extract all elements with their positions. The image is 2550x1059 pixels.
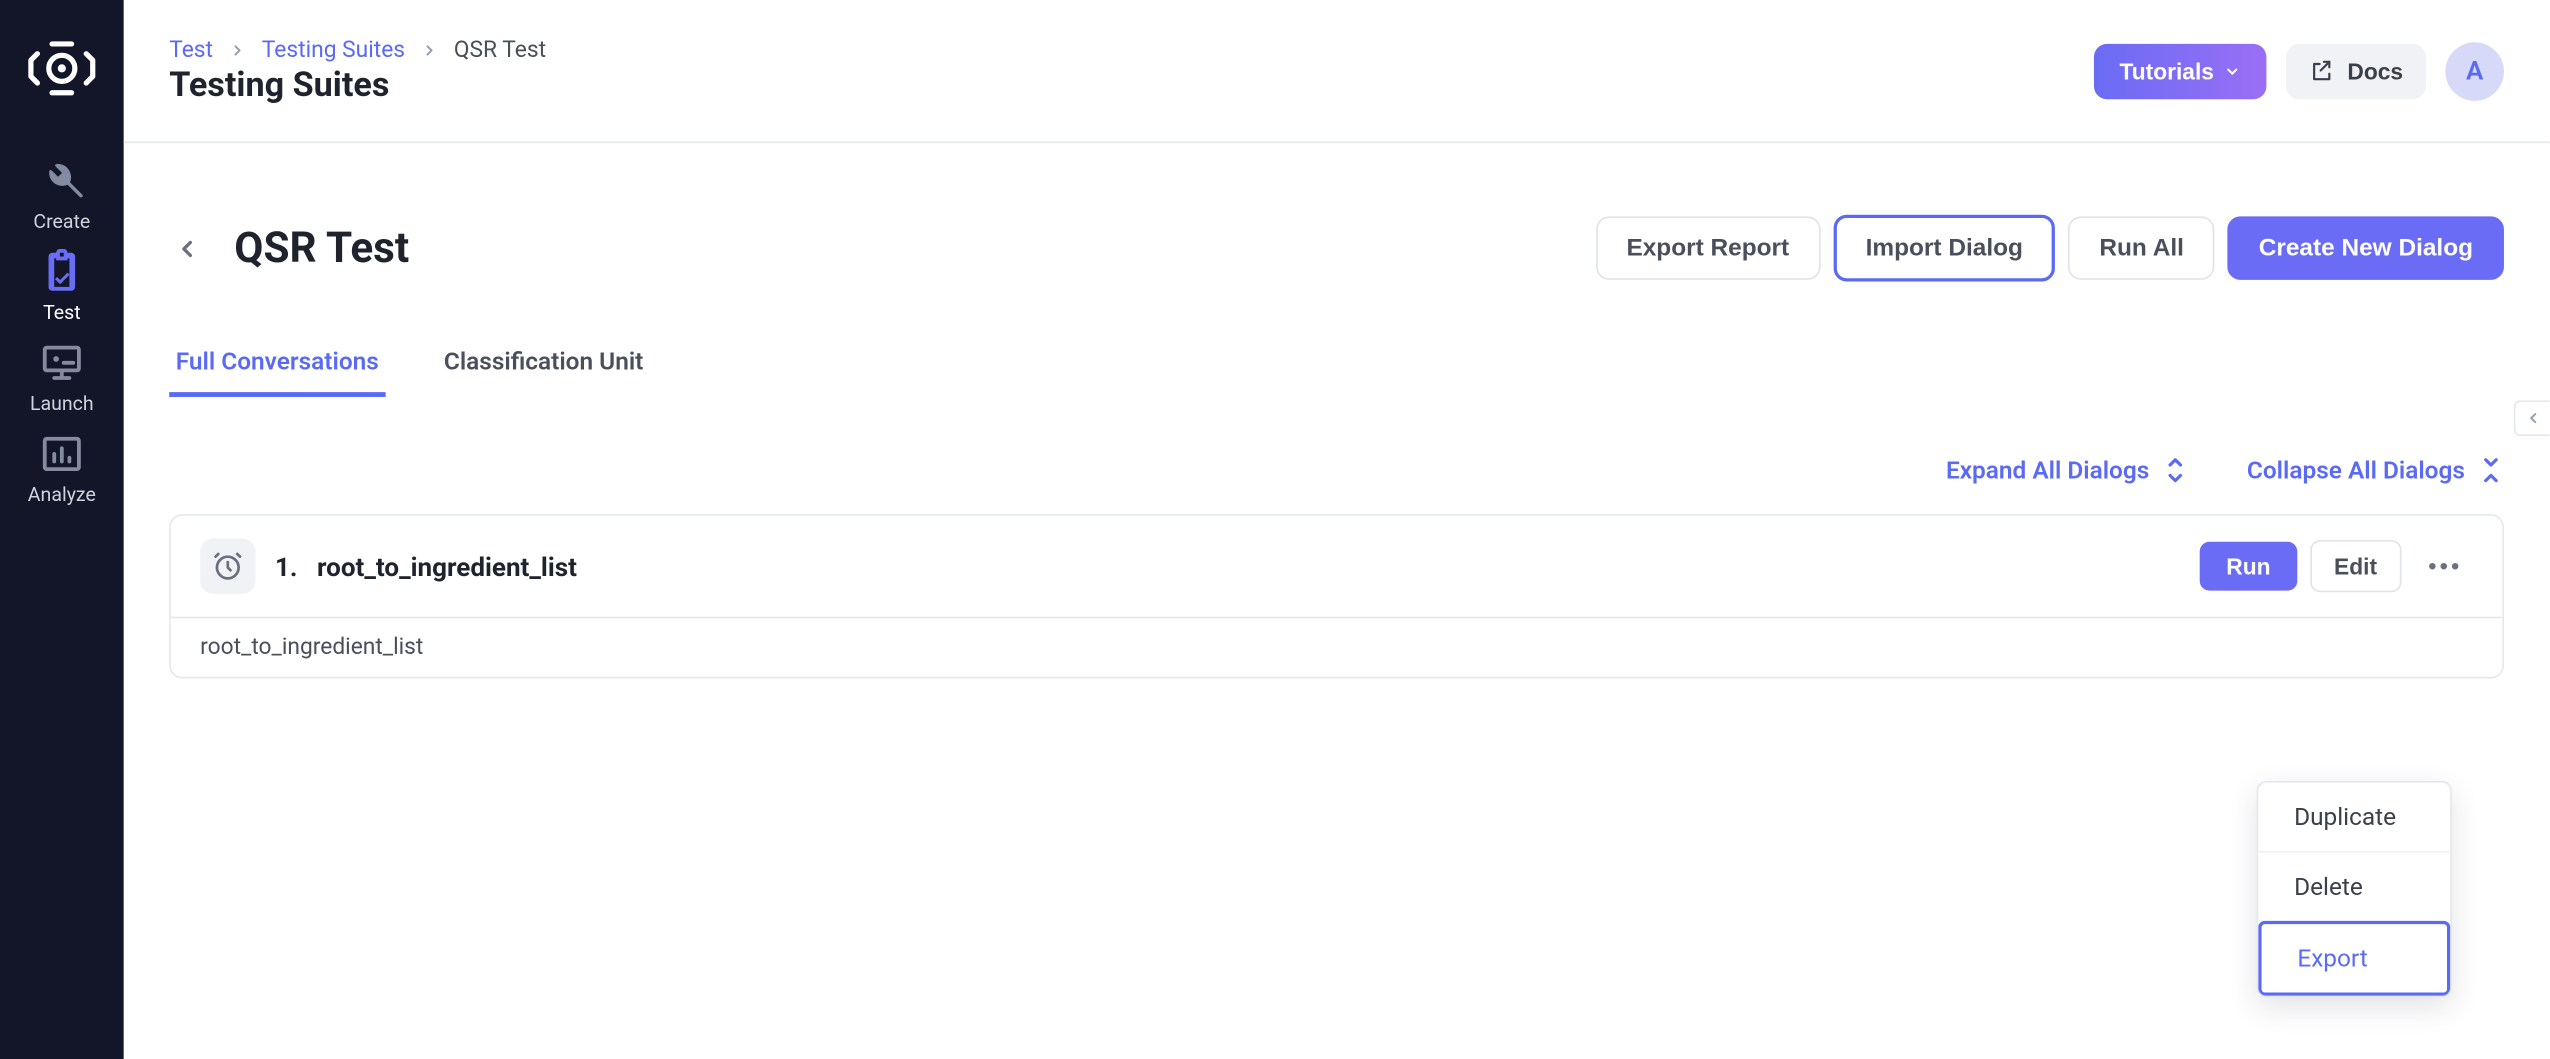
- dialog-header: 1. root_to_ingredient_list Run Edit: [171, 516, 2502, 617]
- chevron-right-icon: [229, 41, 245, 57]
- dialog-index: 1.: [275, 551, 297, 582]
- dialog-controls: Expand All Dialogs Collapse All Dialogs: [169, 456, 2504, 485]
- tab-full-conversations[interactable]: Full Conversations: [169, 347, 385, 397]
- suite-title: QSR Test: [234, 224, 409, 273]
- more-horizontal-icon: [2427, 561, 2460, 571]
- breadcrumb-link-suites[interactable]: Testing Suites: [262, 37, 405, 63]
- tutorials-button[interactable]: Tutorials: [2093, 43, 2266, 98]
- dialog-name: root_to_ingredient_list: [317, 551, 577, 582]
- export-icon: [2308, 58, 2334, 84]
- nav-create[interactable]: Create: [0, 150, 124, 241]
- app-logo: [21, 36, 102, 101]
- clock-icon: [200, 539, 255, 594]
- title-row: QSR Test Export Report Import Dialog Run…: [169, 215, 2504, 282]
- breadcrumb-link-test[interactable]: Test: [169, 37, 213, 63]
- collapse-all-label: Collapse All Dialogs: [2247, 456, 2465, 485]
- context-menu: Duplicate Delete Export: [2257, 781, 2452, 997]
- action-buttons: Export Report Import Dialog Run All Crea…: [1596, 215, 2504, 282]
- docs-button[interactable]: Docs: [2286, 43, 2426, 98]
- expand-icon: [2162, 456, 2188, 485]
- breadcrumb-current: QSR Test: [454, 37, 546, 63]
- chevron-right-icon: [421, 41, 437, 57]
- chevron-down-icon: [2224, 63, 2240, 79]
- chevron-left-icon: [174, 235, 200, 261]
- clipboard-check-icon: [39, 249, 85, 295]
- nav-label: Test: [43, 301, 81, 324]
- sidebar: Create Test Launch Analyze: [0, 0, 124, 1059]
- bar-chart-icon: [39, 431, 85, 477]
- run-button[interactable]: Run: [2200, 542, 2296, 591]
- collapse-icon: [2478, 456, 2504, 485]
- topbar-right: Tutorials Docs A: [2093, 41, 2504, 100]
- run-all-button[interactable]: Run All: [2068, 216, 2214, 279]
- wrench-icon: [39, 158, 85, 204]
- logo-icon: [24, 34, 99, 102]
- avatar[interactable]: A: [2445, 41, 2504, 100]
- dialog-card: 1. root_to_ingredient_list Run Edit root…: [169, 514, 2504, 678]
- nav-test[interactable]: Test: [0, 241, 124, 332]
- collapse-all-button[interactable]: Collapse All Dialogs: [2247, 456, 2504, 485]
- dialog-body: root_to_ingredient_list: [171, 617, 2502, 677]
- page-title: Testing Suites: [169, 66, 546, 105]
- main: QSR Test Export Report Import Dialog Run…: [124, 143, 2550, 1059]
- topbar-left: Test Testing Suites QSR Test Testing Sui…: [169, 37, 546, 105]
- menu-item-delete[interactable]: Delete: [2258, 851, 2450, 921]
- expand-all-button[interactable]: Expand All Dialogs: [1946, 456, 2188, 485]
- import-dialog-button[interactable]: Import Dialog: [1833, 215, 2055, 282]
- docs-label: Docs: [2347, 58, 2403, 84]
- tab-classification-unit[interactable]: Classification Unit: [437, 347, 650, 397]
- content-area: Test Testing Suites QSR Test Testing Sui…: [124, 0, 2550, 1059]
- collapse-panel-button[interactable]: [2514, 400, 2550, 436]
- back-button[interactable]: [169, 230, 205, 266]
- edit-button[interactable]: Edit: [2310, 540, 2402, 592]
- avatar-initial: A: [2466, 55, 2483, 86]
- nav-launch[interactable]: Launch: [0, 332, 124, 423]
- tabs: Full Conversations Classification Unit: [169, 347, 2504, 397]
- nav-label: Analyze: [28, 483, 96, 506]
- monitor-icon: [39, 340, 85, 386]
- nav-label: Launch: [30, 392, 94, 415]
- breadcrumb: Test Testing Suites QSR Test: [169, 37, 546, 63]
- chevron-left-icon: [2524, 410, 2540, 426]
- topbar: Test Testing Suites QSR Test Testing Sui…: [124, 0, 2550, 143]
- menu-item-export[interactable]: Export: [2258, 921, 2450, 996]
- expand-all-label: Expand All Dialogs: [1946, 456, 2149, 485]
- nav-analyze[interactable]: Analyze: [0, 423, 124, 514]
- export-report-button[interactable]: Export Report: [1596, 216, 1821, 279]
- tutorials-label: Tutorials: [2119, 58, 2213, 84]
- menu-item-duplicate[interactable]: Duplicate: [2258, 783, 2450, 851]
- more-button[interactable]: [2414, 552, 2473, 581]
- nav-label: Create: [33, 210, 90, 233]
- create-new-dialog-button[interactable]: Create New Dialog: [2228, 216, 2504, 279]
